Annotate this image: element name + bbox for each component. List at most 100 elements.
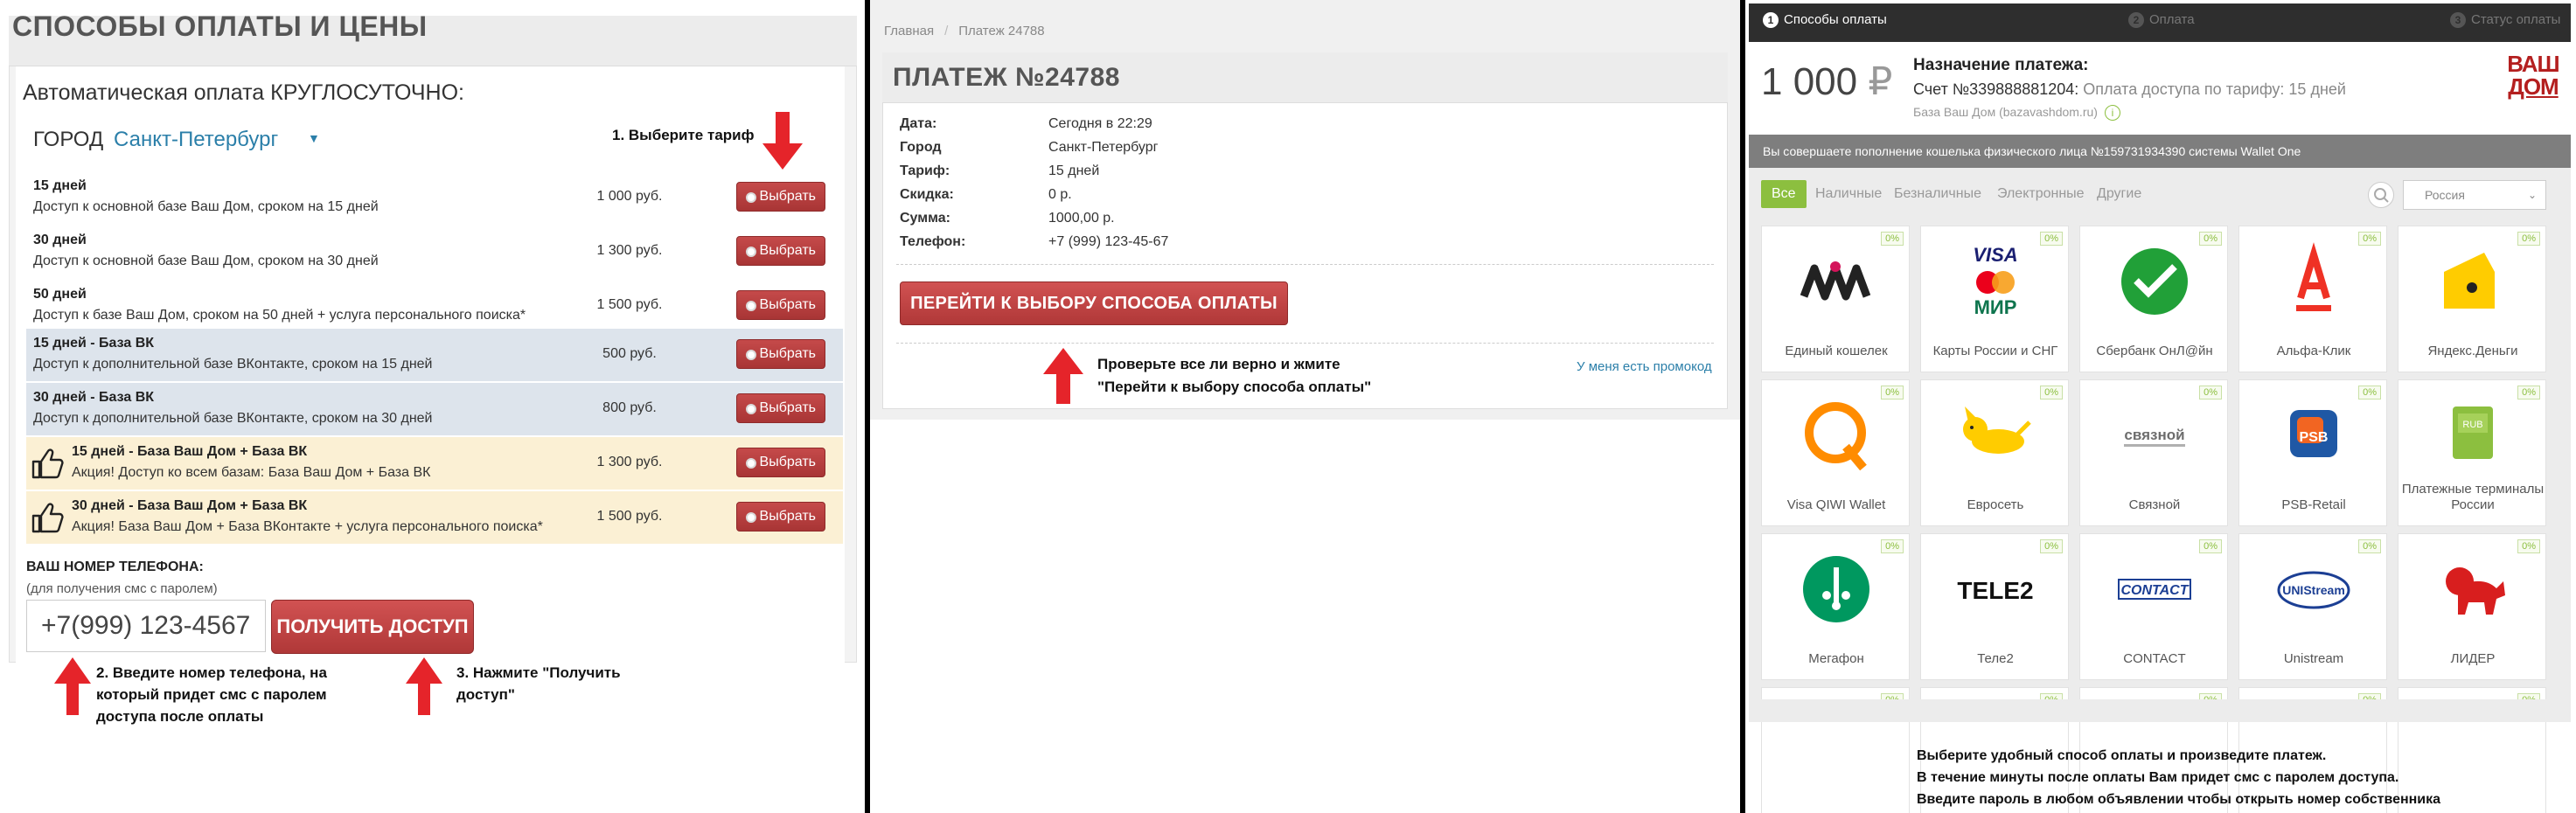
svg-text:RUB: RUB	[2462, 420, 2482, 430]
svg-text:CONTACT: CONTACT	[2120, 583, 2189, 598]
select-tariff-button[interactable]: Выбрать	[736, 182, 825, 212]
payment-method-tile[interactable]: 0% Единый кошелек	[1761, 226, 1910, 372]
city-select[interactable]: Санкт-Петербург	[114, 128, 278, 152]
payment-method-label: Мегафон	[1808, 651, 1864, 666]
tariff-description: Доступ к базе Ваш Дом, сроком на 50 дней…	[33, 308, 526, 323]
filter-tab-cash[interactable]: Наличные	[1815, 180, 1882, 208]
payment-method-tile[interactable]: 0% UNIStream Unistream	[2238, 533, 2387, 680]
chevron-down-icon[interactable]: ▼	[308, 131, 320, 145]
tariff-description: Акция! Доступ ко всем базам: База Ваш До…	[72, 465, 431, 480]
select-label: Выбрать	[759, 189, 816, 204]
radio-icon	[746, 350, 756, 360]
pricing-subtitle: Автоматическая оплата КРУГЛОСУТОЧНО:	[23, 80, 464, 105]
terminal-icon: RUB	[2433, 396, 2512, 475]
promo-code-link[interactable]: У меня есть промокод	[1577, 359, 1712, 374]
step2-note: 2. Введите номер телефона, на который пр…	[96, 664, 327, 725]
alfa-icon	[2274, 242, 2353, 321]
phone-input[interactable]: +7(999) 123-4567	[26, 600, 266, 652]
commission-badge: 0%	[2199, 232, 2222, 246]
commission-badge: 0%	[2358, 539, 2381, 553]
breadcrumb-current: Платеж 24788	[958, 24, 1045, 38]
payment-method-tile[interactable]: 0% PSB PSB-Retail	[2238, 379, 2387, 526]
invoice-number: Счет №339888881204:	[1913, 80, 2079, 98]
commission-badge: 0%	[2517, 232, 2540, 246]
sberbank-icon	[2115, 242, 2194, 321]
filter-tab-all[interactable]: Все	[1761, 180, 1807, 208]
radio-icon	[746, 404, 756, 414]
search-icon[interactable]	[2368, 182, 2394, 208]
breadcrumb: Главная / Платеж 24788	[884, 24, 1045, 38]
payment-method-tile[interactable]: 0% Евросеть	[1920, 379, 2069, 526]
payment-method-label: Сбербанк ОнЛ@йн	[2096, 344, 2213, 358]
select-label: Выбрать	[759, 455, 816, 469]
filter-tab-electronic[interactable]: Электронные	[1997, 180, 2085, 208]
filter-tab-noncash[interactable]: Безналичные	[1894, 180, 1981, 208]
commission-badge: 0%	[2199, 386, 2222, 400]
tariff-row: 15 дней - База Ваш Дом + База ВК Акция! Д…	[26, 437, 843, 490]
radio-icon	[746, 247, 756, 257]
select-tariff-button[interactable]: Выбрать	[736, 236, 825, 266]
tariff-name: 15 дней - База ВК	[33, 336, 155, 351]
country-select[interactable]: Россия ⌄	[2403, 180, 2546, 210]
tariff-row: 30 дней - База ВК Доступ к дополнительной…	[26, 383, 843, 435]
detail-value: Сегодня в 22:29	[1048, 116, 1152, 131]
payment-method-tile[interactable]: 0% Альфа-Клик	[2238, 226, 2387, 372]
filter-tab-other[interactable]: Другие	[2097, 180, 2141, 208]
commission-badge: 0%	[2040, 386, 2063, 400]
payment-method-tile[interactable]: 0% связной Связной	[2079, 379, 2228, 526]
detail-value: +7 (999) 123-45-67	[1048, 234, 1169, 249]
tariff-description: Акция! База Ваш Дом + База ВКонтакте + у…	[72, 519, 543, 534]
payment-method-tile[interactable]: 0% Яндекс.Деньги	[2398, 226, 2546, 372]
select-tariff-button[interactable]: Выбрать	[736, 448, 825, 477]
get-access-button[interactable]: ПОЛУЧИТЬ ДОСТУП	[271, 600, 474, 654]
arrow-up-icon	[1043, 348, 1083, 404]
country-value: Россия	[2425, 188, 2465, 202]
detail-label: Телефон:	[900, 234, 966, 249]
select-tariff-button[interactable]: Выбрать	[736, 339, 825, 369]
grid-cutoff	[1749, 699, 2571, 722]
detail-value: 1000,00 р.	[1048, 211, 1115, 226]
payment-method-label: Теле2	[1977, 651, 2014, 666]
tariff-row: 50 дней Доступ к базе Ваш Дом, сроком на …	[26, 280, 843, 332]
payment-method-tile[interactable]: 0% Сбербанк ОнЛ@йн	[2079, 226, 2228, 372]
svg-text:связной: связной	[2124, 427, 2184, 443]
payment-method-tile[interactable]: 0% Visa QIWI Wallet	[1761, 379, 1910, 526]
select-tariff-button[interactable]: Выбрать	[736, 502, 825, 532]
go-to-payment-methods-button[interactable]: ПЕРЕЙТИ К ВЫБОРУ СПОСОБА ОПЛАТЫ	[900, 281, 1288, 325]
tele2-icon: TELE2	[1956, 550, 2035, 629]
detail-label: Тариф:	[900, 163, 950, 178]
purpose-heading: Назначение платежа:	[1913, 56, 2089, 74]
megafon-icon	[1797, 550, 1876, 629]
qiwi-icon	[1797, 396, 1876, 475]
select-tariff-button[interactable]: Выбрать	[736, 393, 825, 423]
tariff-row: 30 дней - База Ваш Дом + База ВК Акция! Б…	[26, 491, 843, 544]
select-label: Выбрать	[759, 297, 816, 312]
tariff-description: Доступ к дополнительной базе ВКонтакте, …	[33, 357, 433, 372]
payment-method-tile[interactable]: 0% Мегафон	[1761, 533, 1910, 680]
select-tariff-button[interactable]: Выбрать	[736, 290, 825, 320]
tariff-description: Доступ к основной базе Ваш Дом, сроком н…	[33, 254, 379, 268]
payment-method-tile[interactable]: 0% ЛИДЕР	[2398, 533, 2546, 680]
payment-method-tile[interactable]: 0% TELE2 Теле2	[1920, 533, 2069, 680]
info-icon[interactable]: i	[2104, 105, 2120, 121]
payment-method-label: ЛИДЕР	[2450, 651, 2496, 666]
svg-text:VISA: VISA	[1973, 244, 2017, 266]
payment-method-tile[interactable]: 0% RUB Платежные терминалы России	[2398, 379, 2546, 526]
tariff-name: 50 дней	[33, 287, 87, 302]
w1-icon	[1797, 242, 1876, 321]
arrow-down-icon	[762, 112, 803, 170]
composite-screenshot: СПОСОБЫ ОПЛАТЫ И ЦЕНЫ Автоматическая опл…	[0, 0, 2576, 813]
thumbs-up-icon	[31, 448, 64, 479]
detail-value: 15 дней	[1048, 163, 1100, 178]
payment-method-tile[interactable]: 0% CONTACT CONTACT	[2079, 533, 2228, 680]
commission-badge: 0%	[2517, 539, 2540, 553]
note-line: В течение минуты после оплаты Вам придет…	[1917, 770, 2399, 785]
breadcrumb-home[interactable]: Главная	[884, 24, 934, 38]
select-label: Выбрать	[759, 346, 816, 361]
svg-text:МИР: МИР	[1974, 296, 2017, 318]
purpose-text: Счет №339888881204: Оплата доступа по та…	[1913, 80, 2346, 99]
tariff-price: 1 300 руб.	[596, 243, 663, 258]
payment-method-tile[interactable]: 0% VISA МИР Карты России и СНГ	[1920, 226, 2069, 372]
payment-method-label: Связной	[2128, 497, 2181, 512]
purpose-site: База Ваш Дом (bazavashdom.ru) i	[1913, 105, 2120, 121]
